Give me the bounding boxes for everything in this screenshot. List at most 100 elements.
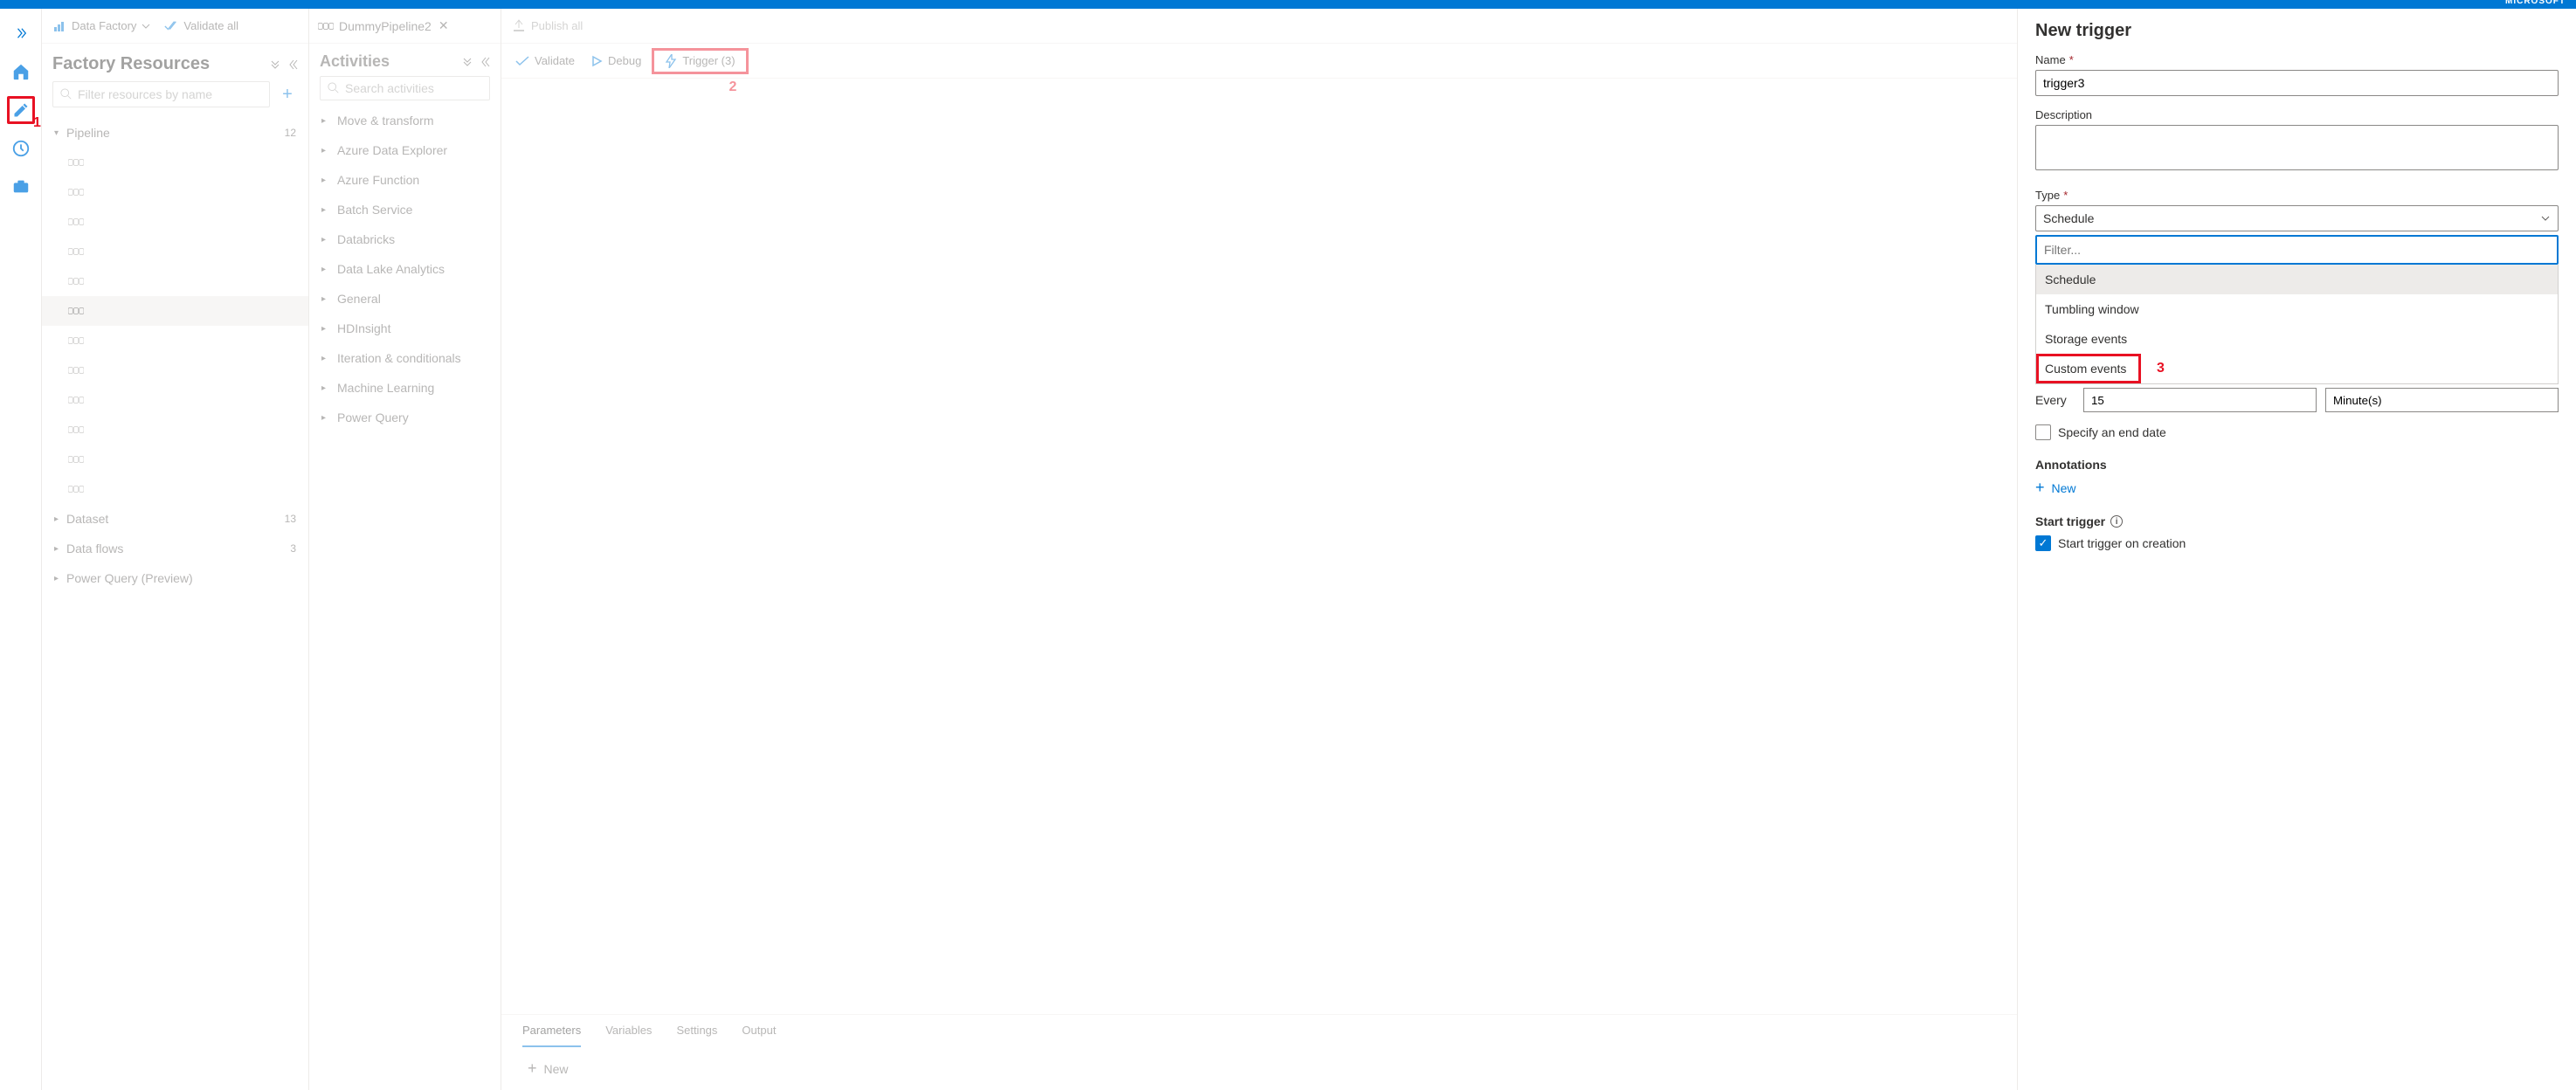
activity-group[interactable]: ▸Machine Learning [309,373,501,403]
trigger-name-input[interactable] [2035,70,2559,96]
resource-filter-placeholder: Filter resources by name [78,87,212,101]
specify-end-date-label: Specify an end date [2058,425,2166,439]
type-field-label: Type* [2035,189,2559,202]
resource-filter-input[interactable]: Filter resources by name [52,81,270,107]
add-resource-button[interactable]: + [277,85,298,105]
author-icon[interactable] [7,96,35,124]
tab-settings[interactable]: Settings [676,1024,717,1047]
pipeline-item[interactable] [42,237,308,266]
activity-group[interactable]: ▸Data Lake Analytics [309,254,501,284]
start-trigger-label-text: Start trigger on creation [2058,536,2186,550]
pipeline-canvas[interactable] [501,79,2017,1014]
every-value-input[interactable] [2083,388,2317,412]
new-trigger-panel: New trigger Name* Description Type* Sche… [2017,9,2576,1090]
monitor-icon[interactable] [7,135,35,162]
activity-group[interactable]: ▸Azure Function [309,165,501,195]
annotations-title: Annotations [2035,458,2559,472]
pipeline-item[interactable] [42,415,308,445]
publish-all-button[interactable]: Publish all [512,19,583,33]
pipeline-tab-strip: DummyPipeline2 ✕ [309,9,501,44]
tab-parameters[interactable]: Parameters [522,1024,581,1047]
activity-group[interactable]: ▸Azure Data Explorer [309,135,501,165]
app-root: 1 Data Factory Validate all Factory Reso… [0,9,2576,1090]
pipeline-tab[interactable]: DummyPipeline2 [318,19,432,33]
validate-all-button[interactable]: Validate all [164,19,238,32]
debug-button[interactable]: Debug [590,54,641,67]
data-factory-button[interactable]: Data Factory [52,19,150,33]
activity-group[interactable]: ▸Power Query [309,403,501,432]
activity-group[interactable]: ▸Move & transform [309,106,501,135]
top-bar: MICROSOFT [0,0,2576,9]
type-option-tumbling[interactable]: Tumbling window [2036,294,2558,324]
validate-button[interactable]: Validate [515,54,575,67]
add-parameter-label: New [544,1062,569,1076]
start-trigger-checkbox[interactable]: ✓ [2035,535,2051,551]
recurrence-row: Every [2035,388,2559,412]
activity-group[interactable]: ▸Batch Service [309,195,501,224]
activities-panel: DummyPipeline2 ✕ Activities Search activ… [309,9,501,1090]
collapse-tree-icon[interactable] [270,59,280,70]
callout-1: 1 [33,115,41,131]
every-unit-select[interactable] [2325,388,2559,412]
pipeline-item-selected[interactable] [42,296,308,326]
description-label: Description [2035,108,2559,121]
tab-variables[interactable]: Variables [605,1024,652,1047]
pipeline-tab-label: DummyPipeline2 [339,19,432,33]
start-trigger-title: Start trigger i [2035,514,2559,528]
tree-dataflows[interactable]: ▸ Data flows 3 [42,534,308,563]
trigger-type-select[interactable]: Schedule [2035,205,2559,231]
pipeline-item[interactable] [42,207,308,237]
callout-3: 3 [2157,361,2165,376]
activity-group[interactable]: ▸Iteration & conditionals [309,343,501,373]
info-icon[interactable]: i [2110,515,2123,528]
type-option-custom[interactable]: Custom events [2036,354,2141,383]
tree-pipeline[interactable]: ▾ Pipeline 12 [42,118,308,148]
activity-group[interactable]: ▸Databricks [309,224,501,254]
debug-label: Debug [608,54,641,67]
activity-group-list: ▸Move & transform▸Azure Data Explorer▸Az… [309,106,501,1090]
pipeline-item[interactable] [42,355,308,385]
pipeline-item[interactable] [42,266,308,296]
trigger-button[interactable]: Trigger (3) [652,48,748,74]
specify-end-date-checkbox[interactable] [2035,424,2051,440]
tab-output[interactable]: Output [742,1024,776,1047]
type-option-schedule[interactable]: Schedule [2036,265,2558,294]
collapse-panel-icon[interactable] [287,59,298,70]
pipeline-item[interactable] [42,474,308,504]
factory-resources-panel: Data Factory Validate all Factory Resour… [42,9,309,1090]
activity-group[interactable]: ▸General [309,284,501,314]
canvas-area: Publish all Validate Debug Trigger (3) 2… [501,9,2017,1090]
hide-activities-icon[interactable] [480,57,490,67]
trigger-type-dropdown [2035,235,2559,265]
panel-title: New trigger [2035,21,2559,41]
activities-title: Activities [320,52,390,71]
brand-label: MICROSOFT [2505,0,2566,6]
pipeline-item[interactable] [42,385,308,415]
pipeline-item[interactable] [42,326,308,355]
manage-icon[interactable] [7,173,35,201]
home-icon[interactable] [7,58,35,86]
publish-all-label: Publish all [531,19,583,32]
tree-powerquery[interactable]: ▸ Power Query (Preview) [42,563,308,593]
tree-dataflows-label: Data flows [66,542,290,555]
activities-search-input[interactable]: Search activities [320,76,490,100]
close-tab-icon[interactable]: ✕ [439,18,449,33]
add-parameter-button[interactable]: + New [522,1047,1996,1090]
name-field-label: Name* [2035,53,2559,66]
pipeline-item[interactable] [42,148,308,177]
type-option-storage[interactable]: Storage events [2036,324,2558,354]
tree-dataset[interactable]: ▸ Dataset 13 [42,504,308,534]
specify-end-date-row[interactable]: Specify an end date [2035,424,2559,440]
start-trigger-row[interactable]: ✓ Start trigger on creation [2035,535,2559,551]
add-annotation-button[interactable]: + New [2035,479,2559,497]
validate-all-label: Validate all [183,19,238,32]
collapse-activities-icon[interactable] [462,57,473,67]
activity-group[interactable]: ▸HDInsight [309,314,501,343]
canvas-toolbar: Validate Debug Trigger (3) 2 [501,44,2017,79]
trigger-description-input[interactable] [2035,125,2559,170]
rail-expand-icon[interactable] [7,19,35,47]
pipeline-item[interactable] [42,177,308,207]
pipeline-item[interactable] [42,445,308,474]
type-filter-input[interactable] [2037,237,2557,263]
publish-toolbar: Publish all [501,9,2017,44]
